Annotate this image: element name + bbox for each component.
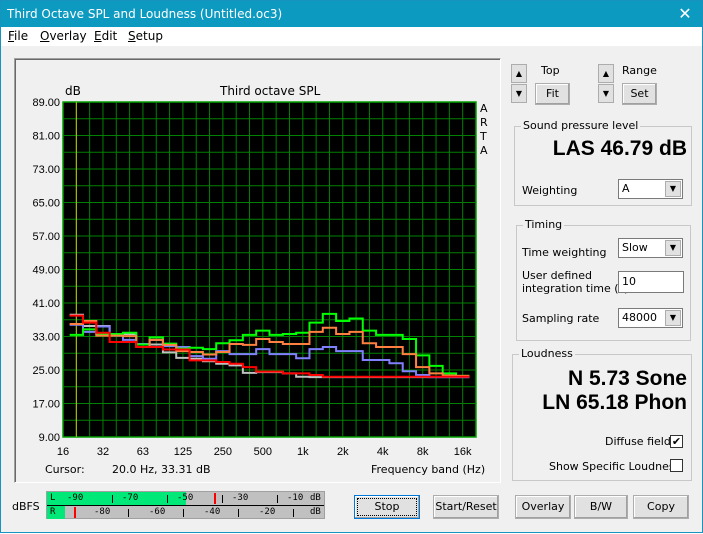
meter-l-tick: -10 (287, 493, 304, 503)
y-tick-label: 89.00 (32, 97, 60, 109)
chevron-down-icon[interactable]: ▼ (665, 310, 681, 326)
time-weighting-label: Time weighting (522, 246, 607, 259)
range-up-button[interactable]: ▲ (598, 64, 614, 83)
top-down-button[interactable]: ▼ (511, 84, 527, 103)
bw-button[interactable]: B/W (574, 495, 628, 519)
meter-r-tick-mark (238, 509, 239, 517)
chevron-down-icon[interactable]: ▼ (665, 240, 681, 256)
meter-l-tick: -30 (232, 493, 249, 503)
chevron-down-icon[interactable]: ▼ (665, 181, 681, 197)
top-label: Top (541, 64, 560, 77)
y-tick-label: 25.00 (32, 365, 60, 377)
dbfs-label: dBFS (12, 500, 40, 513)
fit-button[interactable]: Fit (535, 83, 570, 105)
meter-r-tick-mark (293, 509, 294, 517)
integration-label-line2: integration time (s) (522, 282, 629, 295)
meter-l-tick: -90 (67, 493, 84, 503)
cursor-label: Cursor: (45, 463, 85, 476)
meter-l-tick: -50 (177, 493, 194, 503)
stop-button[interactable]: Stop (354, 495, 420, 519)
y-tick-label: 49.00 (32, 265, 60, 277)
sampling-rate-label: Sampling rate (522, 312, 600, 325)
x-tick-label: 1k (297, 446, 309, 458)
top-up-button[interactable]: ▲ (511, 64, 527, 83)
y-tick-label: 57.00 (32, 231, 60, 243)
loudness-sone: N 5.73 Sone (567, 367, 687, 390)
meter-l-tick-mark (277, 495, 278, 503)
x-tick-label: 250 (214, 446, 232, 458)
level-meter: L R -90 -70 -50 -30 -10 -80 -60 -40 -20 dB dB (46, 491, 325, 519)
meter-r-tick-mark (183, 509, 184, 517)
x-tick-label: 32 (97, 446, 109, 458)
y-tick-label: 17.00 (32, 399, 60, 411)
y-tick-label: 81.00 (32, 131, 60, 143)
time-weighting-value: Slow (622, 241, 648, 254)
integration-label-line1: User defined (522, 269, 592, 282)
meter-l-tick-mark (222, 495, 223, 503)
y-tick-label: 41.00 (32, 298, 60, 310)
loudness-legend: Loudness (519, 347, 575, 360)
weighting-label: Weighting (522, 184, 578, 197)
set-button[interactable]: Set (622, 83, 657, 105)
meter-l-label: L (50, 493, 56, 503)
y-tick-label: 73.00 (32, 164, 60, 176)
meter-r-tick: -20 (259, 507, 276, 517)
meter-r-unit: dB (310, 507, 321, 517)
spl-value: LAS 46.79 dB (552, 137, 687, 160)
diffuse-field-label: Diffuse field (605, 435, 671, 448)
meter-r-label: R (50, 507, 56, 517)
timing-legend: Timing (523, 218, 565, 231)
meter-r-tick: -40 (204, 507, 221, 517)
x-axis-label: Frequency band (Hz) (371, 463, 486, 476)
x-tick-label: 16 (57, 446, 69, 458)
specific-loudness-checkbox[interactable] (670, 459, 683, 472)
sampling-rate-value: 48000 (622, 311, 657, 324)
x-tick-label: 16k (454, 446, 472, 458)
x-tick-label: 4k (377, 446, 389, 458)
meter-l-tick-mark (112, 495, 113, 503)
meter-l-tick: -70 (122, 493, 139, 503)
meter-l-unit: dB (310, 493, 321, 503)
cursor-readout: 20.0 Hz, 33.31 dB (112, 463, 211, 476)
integration-time-input[interactable]: 10 (618, 271, 684, 293)
specific-loudness-label: Show Specific Loudness (549, 460, 681, 473)
y-tick-label: 65.00 (32, 198, 60, 210)
x-tick-label: 500 (254, 446, 272, 458)
left-peak-marker (214, 493, 217, 504)
meter-divider (47, 505, 324, 506)
start-reset-button[interactable]: Start/Reset (433, 495, 499, 519)
y-tick-label: 33.00 (32, 332, 60, 344)
range-label: Range (622, 64, 657, 77)
x-tick-label: 8k (417, 446, 429, 458)
sampling-rate-select[interactable]: 48000 ▼ (618, 308, 683, 328)
meter-r-tick-mark (128, 509, 129, 517)
copy-button[interactable]: Copy (633, 495, 689, 519)
overlay-button[interactable]: Overlay (515, 495, 571, 519)
x-tick-label: 63 (137, 446, 149, 458)
meter-r-tick: -60 (149, 507, 166, 517)
meter-r-tick: -80 (94, 507, 111, 517)
x-tick-label: 2k (337, 446, 349, 458)
spl-legend: Sound pressure level (521, 119, 641, 132)
app-window: Third Octave SPL and Loudness (Untitled.… (0, 0, 703, 533)
y-tick-label: 9.00 (39, 432, 60, 444)
right-peak-marker (74, 507, 76, 518)
diffuse-field-checkbox[interactable]: ✔ (670, 435, 683, 448)
x-tick-label: 125 (174, 446, 192, 458)
weighting-value: A (622, 182, 630, 195)
loudness-phon: LN 65.18 Phon (542, 391, 687, 414)
range-down-button[interactable]: ▼ (598, 84, 614, 103)
time-weighting-select[interactable]: Slow ▼ (618, 238, 683, 258)
weighting-select[interactable]: A ▼ (618, 179, 683, 199)
meter-l-tick-mark (167, 495, 168, 503)
